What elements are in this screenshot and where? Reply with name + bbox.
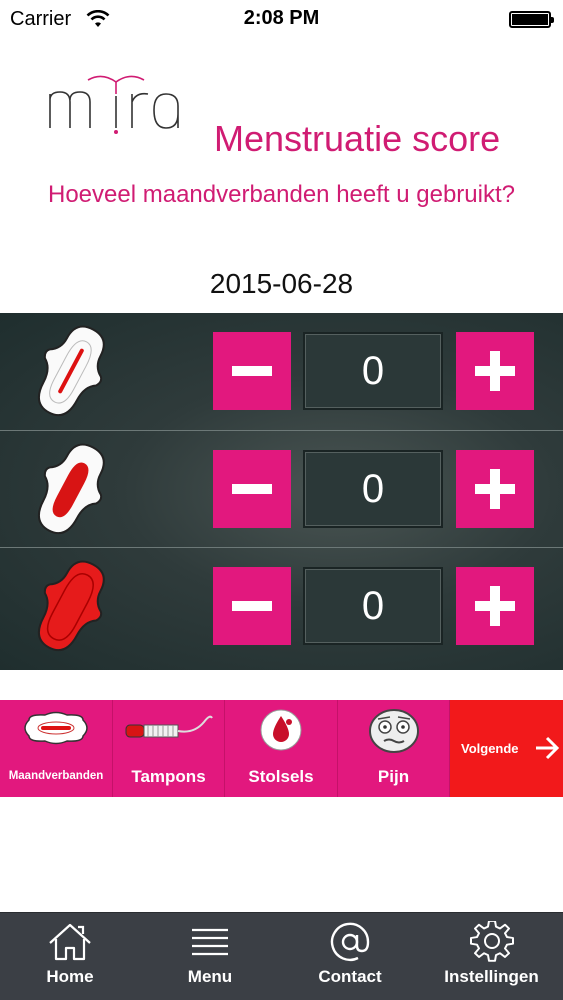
pad-light-icon: [37, 325, 105, 417]
tab-label: Stolsels: [248, 767, 314, 786]
tab-contact[interactable]: Contact: [280, 913, 420, 1000]
gear-icon: [469, 921, 514, 962]
status-bar: Carrier 2:08 PM: [0, 0, 563, 40]
at-icon: [330, 922, 370, 962]
tab-tampons[interactable]: Tampons: [113, 700, 225, 797]
counter-row-light: 0: [0, 313, 563, 430]
tab-label: Tampons: [131, 767, 206, 786]
increment-button[interactable]: [456, 450, 534, 528]
tab-stolsels[interactable]: Stolsels: [225, 700, 338, 797]
increment-button[interactable]: [456, 332, 534, 410]
tab-maandverbanden[interactable]: Maandverbanden: [0, 700, 113, 797]
tab-label: Pijn: [377, 767, 410, 786]
tab-label: Maandverbanden: [8, 770, 104, 782]
date-label: 2015-06-28: [209, 268, 354, 299]
pad-heavy-icon: [37, 560, 105, 652]
pad-icon: [24, 711, 88, 745]
category-bar: Maandverbanden Tampons Stolsels Pijn Vol…: [0, 700, 563, 797]
decrement-button[interactable]: [213, 450, 291, 528]
tab-home[interactable]: Home: [0, 913, 140, 1000]
counter-row-medium: 0: [0, 430, 563, 547]
blood-drop-icon: [260, 709, 302, 751]
tab-label: Home: [46, 967, 94, 986]
tab-label: Contact: [318, 967, 382, 986]
increment-button[interactable]: [456, 567, 534, 645]
bottom-tab-bar: Home Menu Contact Instellingen: [0, 912, 563, 1000]
home-icon: [49, 923, 91, 961]
pad-medium-icon: [37, 443, 105, 535]
tab-label: Instellingen: [444, 967, 539, 986]
tab-label: Menu: [187, 967, 233, 986]
pain-face-icon: [368, 709, 419, 753]
count-display: 0: [303, 332, 443, 410]
clock: 2:08 PM: [243, 7, 320, 29]
count-display: 0: [303, 450, 443, 528]
tab-pijn[interactable]: Pijn: [338, 700, 450, 797]
page-title: Menstruatie score: [214, 118, 501, 159]
counter-panel: 0 0 0: [0, 313, 563, 670]
next-label: Volgende: [461, 741, 519, 756]
counter-row-heavy: 0: [0, 547, 563, 664]
count-display: 0: [303, 567, 443, 645]
question-text: Hoeveel maandverbanden heeft u gebruikt?: [48, 181, 515, 208]
tampon-icon: [125, 715, 213, 738]
tab-instellingen[interactable]: Instellingen: [420, 913, 563, 1000]
tab-menu[interactable]: Menu: [140, 913, 280, 1000]
next-button[interactable]: Volgende: [450, 700, 563, 797]
decrement-button[interactable]: [213, 332, 291, 410]
menu-icon: [192, 928, 228, 956]
battery-icon: [509, 11, 554, 28]
arrow-right-icon: [536, 736, 560, 760]
decrement-button[interactable]: [213, 567, 291, 645]
mira-logo: [49, 75, 179, 134]
